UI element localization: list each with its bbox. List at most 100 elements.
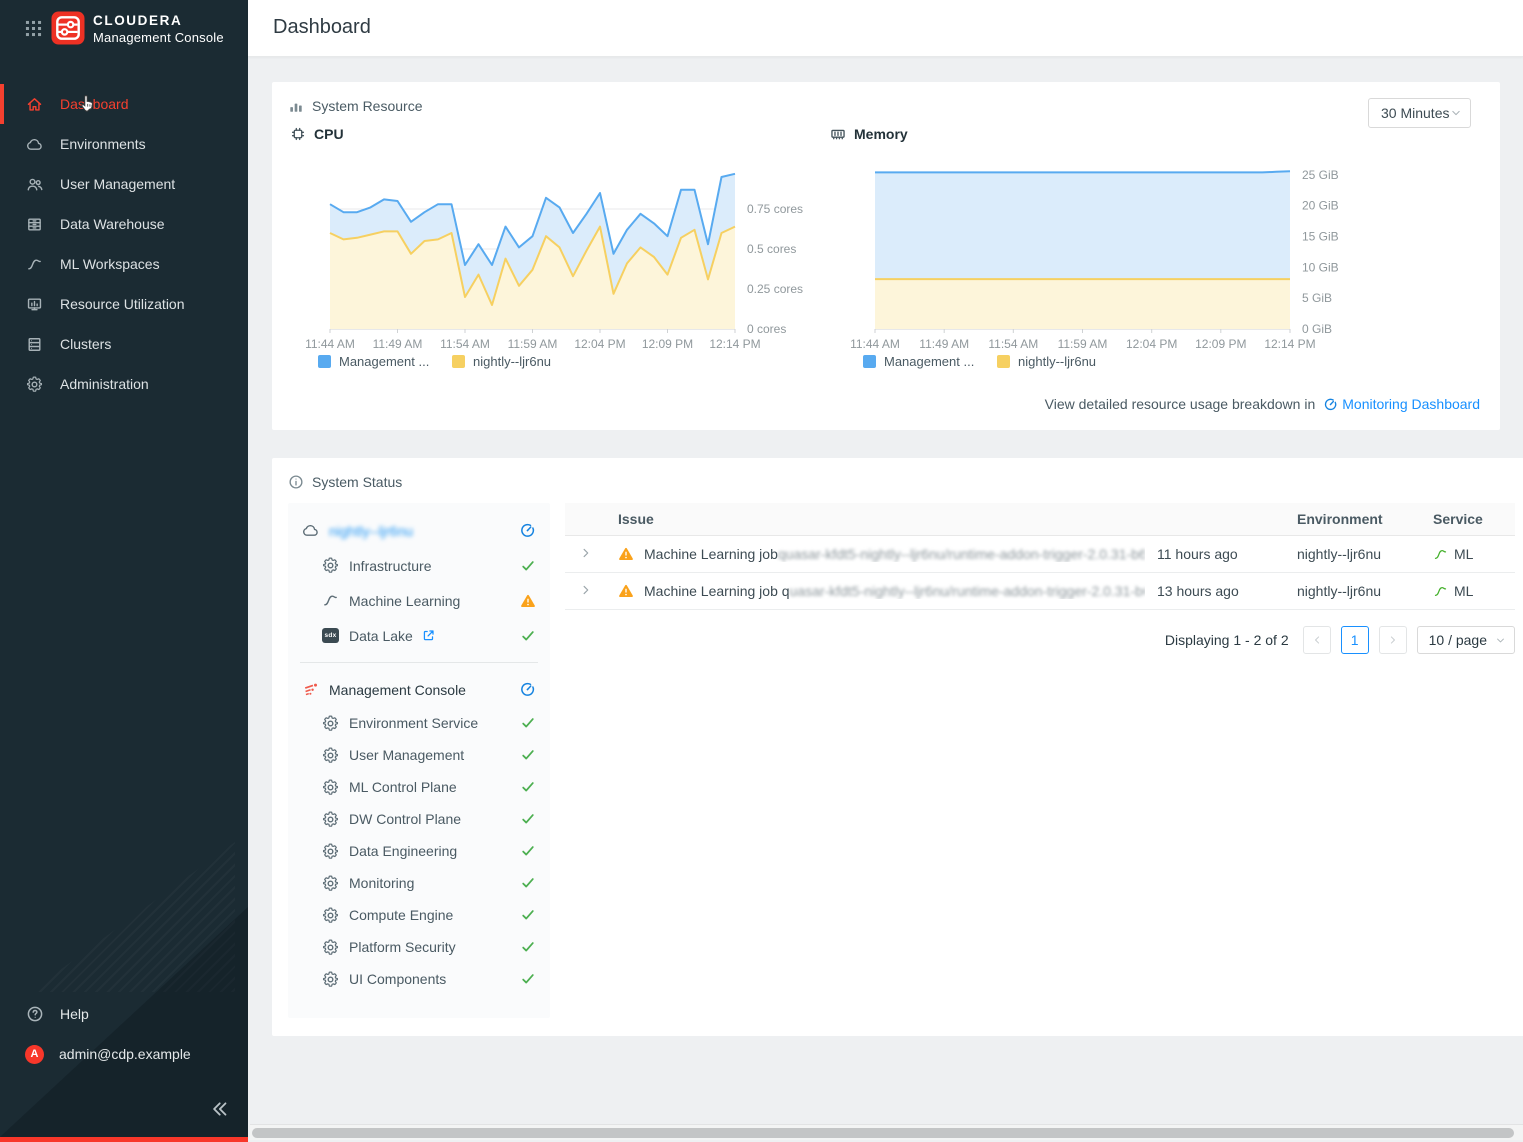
- expand-row-icon[interactable]: [579, 546, 593, 560]
- status-item-environment-service[interactable]: Environment Service: [302, 707, 536, 739]
- cloud-icon: [302, 522, 319, 539]
- gear-icon: [322, 811, 339, 828]
- external-link-icon[interactable]: [421, 628, 436, 643]
- warehouse-icon: [26, 216, 43, 233]
- gear-icon: [322, 557, 339, 574]
- svg-text:12:04 PM: 12:04 PM: [1126, 337, 1177, 351]
- sidebar-item-user[interactable]: A admin@cdp.example: [0, 1036, 248, 1072]
- issues-table: Issue Environment Service Machine Learni…: [565, 503, 1515, 654]
- mouse-cursor: [78, 92, 100, 114]
- sidebar-item-label: Data Warehouse: [60, 216, 165, 232]
- tree-divider: [300, 662, 538, 663]
- sidebar-item-clusters[interactable]: Clusters: [0, 324, 248, 364]
- page-header: Dashboard: [248, 0, 1523, 57]
- sidebar-item-environments[interactable]: Environments: [0, 124, 248, 164]
- issues-rows: Machine Learning job quasar-kfdt5-nightl…: [565, 536, 1515, 610]
- status-item-data-engineering[interactable]: Data Engineering: [302, 835, 536, 867]
- issue-row: Machine Learning job q uasar-kfdt5-night…: [565, 573, 1515, 610]
- gear-icon: [26, 376, 43, 393]
- memory-icon: [830, 126, 846, 142]
- status-item-label: Data Engineering: [349, 843, 457, 859]
- time-range-select[interactable]: 30 Minutes: [1368, 98, 1471, 128]
- cloud-icon: [26, 136, 43, 153]
- cloudera-logo[interactable]: [51, 11, 85, 45]
- status-item-label: Data Lake: [349, 628, 413, 644]
- environment-name-link[interactable]: nightly--ljr6nu: [329, 523, 413, 539]
- console-gauge-icon[interactable]: [519, 681, 536, 698]
- status-item-data-lake[interactable]: sdxData Lake: [302, 618, 536, 653]
- ml-service-icon: [1433, 547, 1448, 562]
- legend-item[interactable]: nightly--ljr6nu: [997, 354, 1096, 369]
- check-icon: [520, 875, 536, 891]
- status-item-compute-engine[interactable]: Compute Engine: [302, 899, 536, 931]
- sidebar-item-ml-workspaces[interactable]: ML Workspaces: [0, 244, 248, 284]
- status-item-platform-security[interactable]: Platform Security: [302, 931, 536, 963]
- svg-text:11:59 AM: 11:59 AM: [508, 337, 558, 351]
- sidebar-item-administration[interactable]: Administration: [0, 364, 248, 404]
- expand-row-icon[interactable]: [579, 583, 593, 597]
- svg-text:20 GiB: 20 GiB: [1302, 199, 1339, 213]
- issue-job-name: uasar-kfdt5-nightly--ljr6nu/runtime-addo…: [790, 583, 1145, 599]
- monitor-icon: [26, 296, 43, 313]
- gear-icon: [322, 843, 339, 860]
- warning-icon: [618, 546, 634, 562]
- sidebar-item-dashboard[interactable]: Dashboard: [0, 84, 248, 124]
- check-icon: [520, 628, 536, 644]
- page-size-select[interactable]: 10 / page: [1417, 626, 1515, 654]
- page-title: Dashboard: [273, 16, 371, 39]
- check-icon: [520, 715, 536, 731]
- cluster-icon: [26, 336, 43, 353]
- pagination-next-button[interactable]: [1379, 626, 1407, 654]
- issue-environment: nightly--ljr6nu: [1287, 546, 1423, 562]
- status-item-monitoring[interactable]: Monitoring: [302, 867, 536, 899]
- check-icon: [520, 971, 536, 987]
- sidebar-item-resource-utilization[interactable]: Resource Utilization: [0, 284, 248, 324]
- svg-text:11:49 AM: 11:49 AM: [373, 337, 423, 351]
- monitoring-dashboard-link[interactable]: Monitoring Dashboard: [1342, 396, 1480, 412]
- app-switcher-icon[interactable]: [25, 20, 42, 37]
- gear-icon: [322, 939, 339, 956]
- ml-service-icon: [1433, 584, 1448, 599]
- sidebar-collapse-icon[interactable]: [208, 1098, 230, 1120]
- issue-cell: Machine Learning job quasar-kfdt5-nightl…: [618, 546, 1145, 562]
- sidebar: CLOUDERA Management Console Dashboard En…: [0, 0, 248, 1142]
- legend-item[interactable]: Management ...: [863, 354, 974, 369]
- check-icon: [520, 843, 536, 859]
- brand-row: CLOUDERA Management Console: [0, 0, 248, 57]
- svg-text:0.25 cores: 0.25 cores: [747, 282, 803, 296]
- status-item-label: Compute Engine: [349, 907, 453, 923]
- status-item-machine-learning[interactable]: Machine Learning: [302, 583, 536, 618]
- status-item-dw-control-plane[interactable]: DW Control Plane: [302, 803, 536, 835]
- status-item-label: Environment Service: [349, 715, 478, 731]
- sidebar-item-label: Clusters: [60, 336, 111, 352]
- sidebar-item-help[interactable]: Help: [0, 996, 248, 1032]
- gear-icon: [322, 875, 339, 892]
- horizontal-scrollbar-thumb[interactable]: [252, 1128, 1514, 1138]
- monitoring-gauge-icon: [1323, 397, 1338, 412]
- sidebar-item-data-warehouse[interactable]: Data Warehouse: [0, 204, 248, 244]
- system-resource-title: System Resource: [312, 98, 422, 114]
- status-item-ml-control-plane[interactable]: ML Control Plane: [302, 771, 536, 803]
- expand-cell: [565, 583, 618, 600]
- issue-row: Machine Learning job quasar-kfdt5-nightl…: [565, 536, 1515, 573]
- brand-text: CLOUDERA Management Console: [93, 13, 224, 45]
- bar-chart-icon: [288, 98, 304, 114]
- brand-subtitle: Management Console: [93, 30, 224, 45]
- legend-item[interactable]: Management ...: [318, 354, 429, 369]
- environment-gauge-icon[interactable]: [519, 522, 536, 539]
- check-icon: [520, 939, 536, 955]
- status-item-infrastructure[interactable]: Infrastructure: [302, 548, 536, 583]
- sidebar-item-user-management[interactable]: User Management: [0, 164, 248, 204]
- check-icon: [520, 907, 536, 923]
- pagination-prev-button[interactable]: [1303, 626, 1331, 654]
- svg-text:11:44 AM: 11:44 AM: [850, 337, 900, 351]
- legend-item[interactable]: nightly--ljr6nu: [452, 354, 551, 369]
- status-item-ui-components[interactable]: UI Components: [302, 963, 536, 995]
- user-email: admin@cdp.example: [59, 1046, 191, 1062]
- resource-footer-text: View detailed resource usage breakdown i…: [1045, 396, 1316, 412]
- sidebar-item-label: ML Workspaces: [60, 256, 160, 272]
- gear-icon: [322, 747, 339, 764]
- management-console-icon: [302, 681, 319, 698]
- pagination-page-1-button[interactable]: 1: [1341, 626, 1369, 654]
- status-item-user-management[interactable]: User Management: [302, 739, 536, 771]
